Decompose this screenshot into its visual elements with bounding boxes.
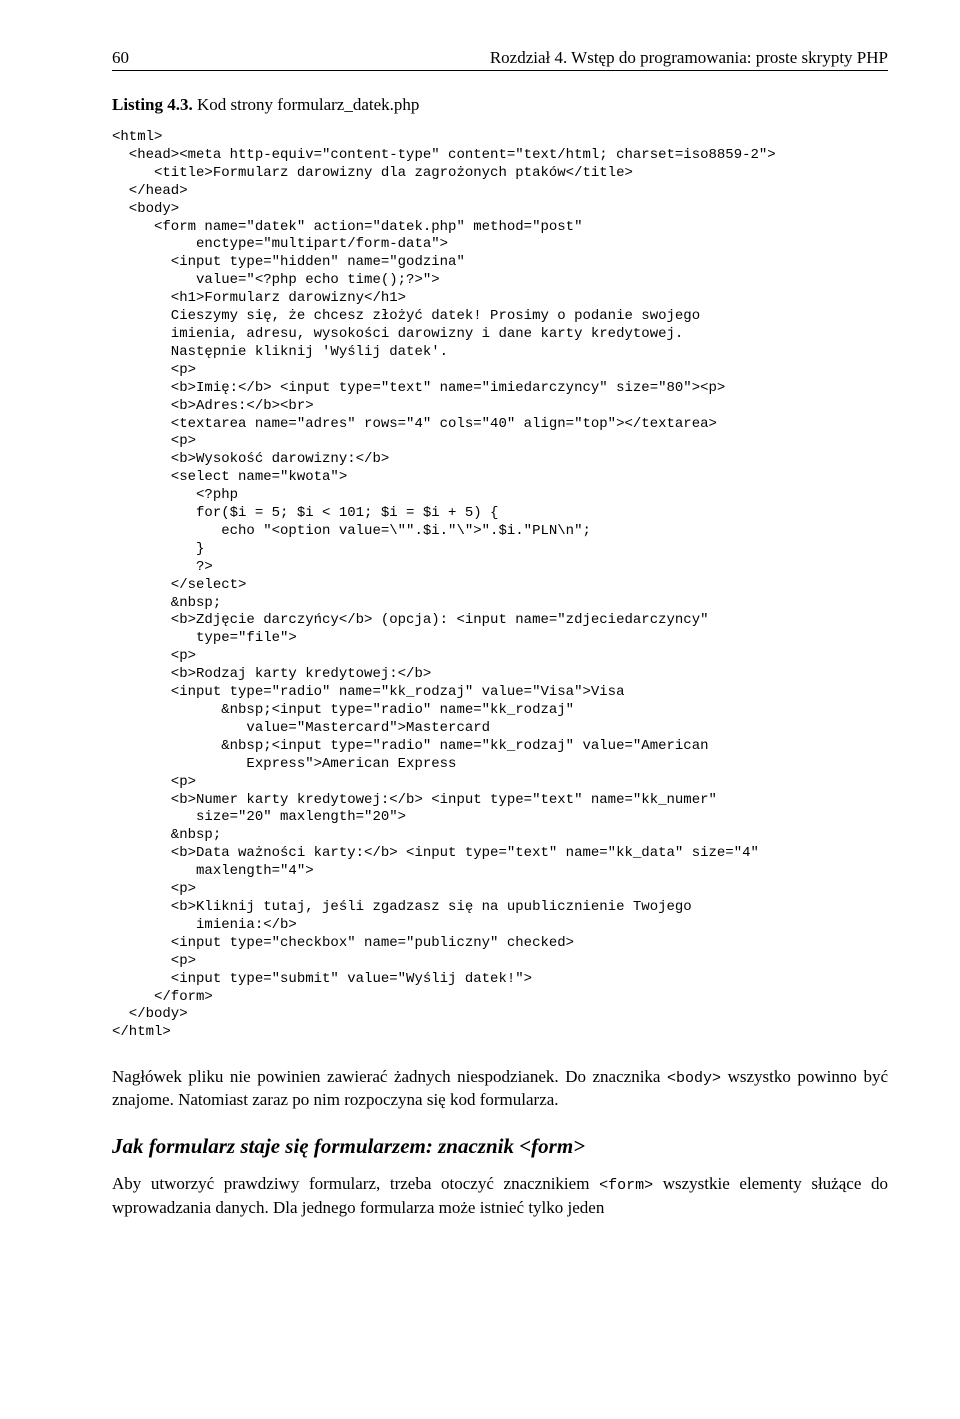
p1-text-a: Nagłówek pliku nie powinien zawierać żad…	[112, 1067, 667, 1086]
chapter-title: Rozdział 4. Wstęp do programowania: pros…	[490, 48, 888, 68]
listing-caption: Kod strony formularz_datek.php	[197, 95, 419, 114]
running-header: 60 Rozdział 4. Wstęp do programowania: p…	[112, 48, 888, 71]
page: 60 Rozdział 4. Wstęp do programowania: p…	[0, 0, 960, 1292]
body-paragraph-1: Nagłówek pliku nie powinien zawierać żad…	[112, 1066, 888, 1112]
page-number: 60	[112, 48, 129, 68]
listing-heading: Listing 4.3. Kod strony formularz_datek.…	[112, 95, 888, 115]
code-listing: <html> <head><meta http-equiv="content-t…	[112, 129, 888, 1042]
p2-text-a: Aby utworzyć prawdziwy formularz, trzeba…	[112, 1174, 599, 1193]
section-heading: Jak formularz staje się formularzem: zna…	[112, 1134, 888, 1159]
listing-label: Listing 4.3.	[112, 95, 193, 114]
body-paragraph-2: Aby utworzyć prawdziwy formularz, trzeba…	[112, 1173, 888, 1219]
inline-code-body: <body>	[667, 1070, 721, 1087]
inline-code-form: <form>	[599, 1177, 653, 1194]
